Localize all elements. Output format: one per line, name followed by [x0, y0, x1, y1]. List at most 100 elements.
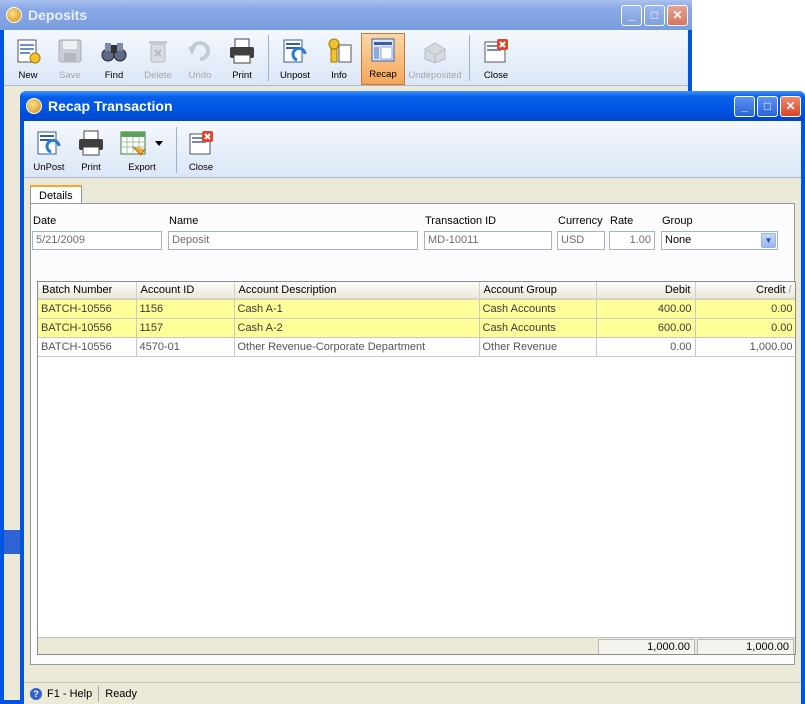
date-field[interactable]: 5/21/2009	[32, 231, 162, 250]
toolbar-new-button[interactable]: New	[8, 33, 48, 85]
recap-toolbar: UnPost Print Export Close	[24, 121, 801, 178]
undeposited-icon	[421, 37, 449, 65]
close-window-button[interactable]: ✕	[780, 95, 801, 117]
cell-group: Cash Accounts	[479, 318, 597, 338]
cell-batch: BATCH-10556	[38, 299, 137, 319]
deposits-toolbar: New Save Find Delete Undo Print Unpost I…	[4, 30, 688, 86]
deposits-title: Deposits	[28, 7, 88, 23]
toolbar-find-button[interactable]: Find	[92, 33, 136, 85]
maximize-button[interactable]: □	[757, 95, 778, 117]
cell-debit: 0.00	[596, 337, 696, 357]
tab-details[interactable]: Details	[30, 185, 82, 204]
save-icon	[56, 37, 84, 65]
recap-unpost-button[interactable]: UnPost	[28, 122, 70, 177]
currency-label: Currency	[558, 215, 603, 227]
total-credit: 1,000.00	[697, 639, 794, 654]
maximize-button[interactable]: □	[644, 4, 665, 26]
table-row[interactable]: BATCH-10556 1157 Cash A-2 Cash Accounts …	[38, 318, 795, 338]
toolbar-separator	[176, 127, 177, 173]
cell-debit: 600.00	[596, 318, 696, 338]
cell-account-id: 1156	[136, 299, 235, 319]
cell-group: Cash Accounts	[479, 299, 597, 319]
minimize-button[interactable]: _	[734, 95, 755, 117]
status-bar: ? F1 - Help Ready	[24, 682, 801, 704]
column-header-group[interactable]: Account Group	[479, 282, 597, 300]
rate-label: Rate	[610, 215, 634, 227]
date-label: Date	[33, 215, 57, 227]
status-text: Ready	[105, 687, 138, 700]
find-icon	[100, 37, 128, 65]
toolbar-separator	[469, 35, 470, 81]
cell-description: Other Revenue-Corporate Department	[234, 337, 480, 357]
cell-credit: 0.00	[695, 318, 795, 338]
recap-icon	[369, 36, 397, 64]
group-select[interactable]: None ▼	[661, 231, 778, 250]
recap-table: Batch Number Account ID Account Descript…	[38, 282, 795, 357]
name-label: Name	[169, 215, 199, 227]
column-header-description[interactable]: Account Description	[234, 282, 480, 300]
close-window-button[interactable]: ✕	[667, 4, 688, 26]
rate-field[interactable]: 1.00	[609, 231, 655, 250]
minimize-button[interactable]: _	[621, 4, 642, 26]
totals-row: 1,000.00 1,000.00	[38, 637, 795, 654]
cell-description: Cash A-1	[234, 299, 480, 319]
cell-credit: 1,000.00	[695, 337, 795, 357]
deposits-titlebar[interactable]: Deposits _ □ ✕	[0, 0, 692, 30]
toolbar-delete-button[interactable]: Delete	[136, 33, 180, 85]
help-icon[interactable]: ?	[30, 687, 42, 700]
cell-group: Other Revenue	[479, 337, 597, 357]
close-icon	[482, 37, 510, 65]
column-header-credit[interactable]: Credit /	[695, 282, 795, 300]
status-separator	[98, 685, 100, 702]
close-icon	[187, 129, 215, 157]
toolbar-separator	[268, 35, 269, 81]
info-icon	[325, 37, 353, 65]
column-header-debit[interactable]: Debit	[596, 282, 696, 300]
currency-field[interactable]: USD	[557, 231, 605, 250]
name-field[interactable]: Deposit	[168, 231, 418, 250]
recap-body: UnPost Print Export Close Details Date 5…	[24, 121, 801, 704]
new-icon	[14, 37, 42, 65]
cell-credit: 0.00	[695, 299, 795, 319]
toolbar-print-button[interactable]: Print	[220, 33, 264, 85]
column-header-batch[interactable]: Batch Number	[38, 282, 137, 300]
recap-titlebar[interactable]: Recap Transaction _ □ ✕	[20, 91, 805, 121]
print-icon	[228, 37, 256, 65]
toolbar-unpost-button[interactable]: Unpost	[273, 33, 317, 85]
export-icon	[119, 129, 165, 157]
table-row[interactable]: BATCH-10556 1156 Cash A-1 Cash Accounts …	[38, 299, 795, 319]
help-hint[interactable]: F1 - Help	[47, 688, 92, 700]
toolbar-close-button[interactable]: Close	[474, 33, 518, 85]
unpost-icon	[281, 37, 309, 65]
toolbar-info-button[interactable]: Info	[317, 33, 361, 85]
table-row[interactable]: BATCH-10556 4570-01 Other Revenue-Corpor…	[38, 337, 795, 357]
delete-icon	[144, 37, 172, 65]
sort-indicator-icon: /	[788, 284, 792, 296]
column-header-account-id[interactable]: Account ID	[136, 282, 235, 300]
tab-strip: Details	[30, 185, 82, 204]
recap-print-button[interactable]: Print	[70, 122, 112, 177]
toolbar-undo-button[interactable]: Undo	[180, 33, 220, 85]
toolbar-undeposited-button[interactable]: Undeposited	[405, 33, 465, 85]
group-label: Group	[662, 215, 693, 227]
table-header-row: Batch Number Account ID Account Descript…	[38, 282, 795, 300]
recap-close-button[interactable]: Close	[181, 122, 221, 177]
transaction-id-field[interactable]: MD-10011	[424, 231, 552, 250]
transaction-id-label: Transaction ID	[425, 215, 497, 227]
app-icon	[6, 7, 22, 23]
group-select-value: None	[665, 234, 692, 246]
print-icon	[77, 129, 105, 157]
cell-account-id: 1157	[136, 318, 235, 338]
recap-export-button[interactable]: Export	[112, 122, 172, 177]
cell-batch: BATCH-10556	[38, 318, 137, 338]
total-debit: 1,000.00	[598, 639, 695, 654]
recap-title: Recap Transaction	[48, 98, 173, 114]
recap-window: Recap Transaction _ □ ✕ UnPost Print Exp…	[20, 91, 805, 704]
cell-account-id: 4570-01	[136, 337, 235, 357]
cell-description: Cash A-2	[234, 318, 480, 338]
app-icon	[26, 98, 42, 114]
recap-grid: Batch Number Account ID Account Descript…	[37, 281, 796, 655]
chevron-down-icon[interactable]: ▼	[761, 233, 776, 248]
toolbar-recap-button[interactable]: Recap	[361, 33, 405, 85]
toolbar-save-button[interactable]: Save	[48, 33, 92, 85]
